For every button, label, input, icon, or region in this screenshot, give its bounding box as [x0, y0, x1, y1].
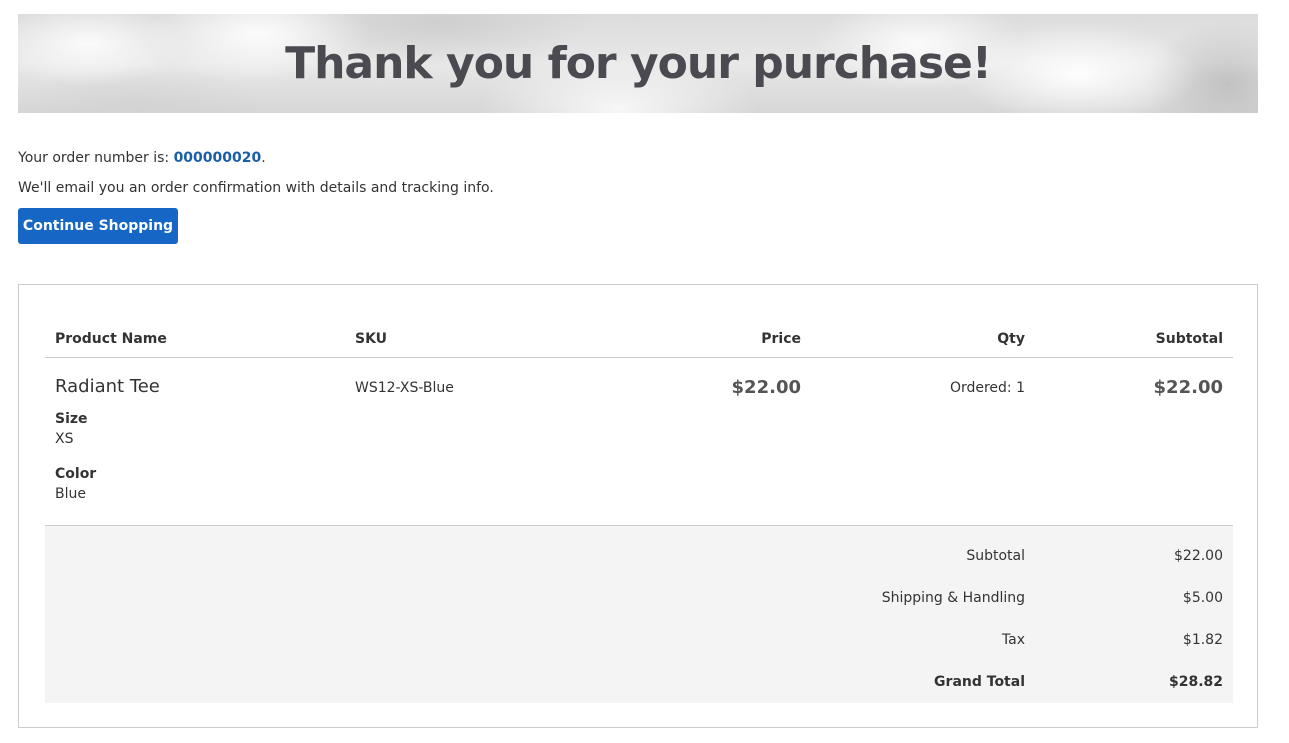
totals-label-grand-total: Grand Total [934, 674, 1025, 690]
option-value-size: XS [55, 431, 74, 447]
product-qty: Ordered: 1 [949, 380, 1025, 396]
totals-label-tax: Tax [1001, 632, 1025, 648]
option-label-color: Color [55, 466, 97, 482]
email-confirmation-note: We'll email you an order confirmation wi… [18, 180, 494, 196]
totals-value-grand-total: $28.82 [1168, 674, 1223, 690]
totals-label-subtotal: Subtotal [966, 548, 1025, 564]
product-subtotal: $22.00 [1153, 377, 1223, 398]
option-label-size: Size [55, 411, 88, 427]
order-number-suffix: . [261, 150, 266, 166]
option-value-color: Blue [55, 486, 86, 502]
order-number-prefix: Your order number is: [18, 150, 174, 166]
column-header-product-name: Product Name [55, 331, 167, 347]
totals-value-tax: $1.82 [1182, 632, 1223, 648]
continue-shopping-button[interactable]: Continue Shopping [18, 208, 178, 244]
order-totals: Subtotal $22.00 Shipping & Handling $5.0… [45, 525, 1233, 703]
header-divider [45, 357, 1233, 358]
product-name: Radiant Tee [55, 376, 160, 397]
hero-banner: Thank you for your purchase! [18, 14, 1258, 113]
checkout-success-page: Thank you for your purchase! Your order … [0, 0, 1289, 743]
order-summary-box: Product Name SKU Price Qty Subtotal Radi… [18, 284, 1258, 728]
order-number-link[interactable]: 000000020 [174, 150, 262, 166]
column-header-subtotal: Subtotal [1155, 331, 1223, 347]
page-title: Thank you for your purchase! [285, 38, 992, 89]
product-price: $22.00 [731, 377, 801, 398]
totals-value-subtotal: $22.00 [1174, 548, 1223, 564]
order-number-line: Your order number is: 000000020. [18, 148, 266, 168]
column-header-price: Price [761, 331, 801, 347]
totals-label-shipping: Shipping & Handling [881, 590, 1025, 606]
totals-value-shipping: $5.00 [1182, 590, 1223, 606]
column-header-qty: Qty [997, 331, 1025, 347]
column-header-sku: SKU [355, 331, 388, 347]
product-sku: WS12-XS-Blue [355, 380, 454, 396]
